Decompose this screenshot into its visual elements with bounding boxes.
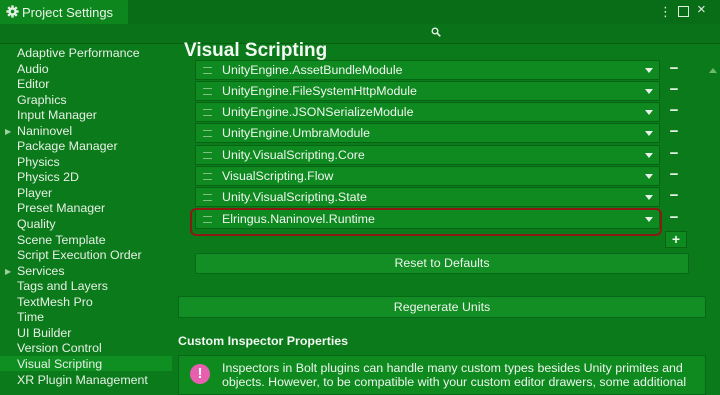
regenerate-units-button[interactable]: Regenerate Units <box>178 296 706 318</box>
page-title: Visual Scripting <box>184 40 328 61</box>
search-icon[interactable] <box>431 27 441 37</box>
sidebar-item-scene-template[interactable]: Scene Template <box>17 233 106 247</box>
assembly-row[interactable]: Unity.VisualScripting.Core <box>195 145 660 165</box>
reset-to-defaults-button[interactable]: Reset to Defaults <box>195 253 689 274</box>
sidebar-item-physics-2d[interactable]: Physics 2D <box>17 170 79 184</box>
assembly-name: UnityEngine.FileSystemHttpModule <box>222 84 417 98</box>
sidebar-item-version-control[interactable]: Version Control <box>17 341 102 355</box>
sidebar-item-ui-builder[interactable]: UI Builder <box>17 326 71 340</box>
assembly-row[interactable]: UnityEngine.JSONSerializeModule <box>195 102 660 122</box>
sidebar-item-time[interactable]: Time <box>17 310 44 324</box>
drag-handle-icon[interactable] <box>203 194 212 201</box>
sidebar-item-player[interactable]: Player <box>17 186 52 200</box>
assembly-name: Unity.VisualScripting.State <box>222 190 367 204</box>
sidebar-item-editor[interactable]: Editor <box>17 77 49 91</box>
more-menu-icon[interactable]: ⋮ <box>659 4 672 20</box>
sidebar-item-graphics[interactable]: Graphics <box>17 93 67 107</box>
drag-handle-icon[interactable] <box>203 88 212 95</box>
assembly-row[interactable]: UnityEngine.AssetBundleModule <box>195 60 660 80</box>
sidebar-item-adaptive-performance[interactable]: Adaptive Performance <box>17 46 140 60</box>
sidebar-item-visual-scripting[interactable]: Visual Scripting <box>17 357 102 371</box>
drag-handle-icon[interactable] <box>203 152 212 159</box>
remove-assembly-button[interactable]: − <box>664 81 684 101</box>
window-tab[interactable]: Project Settings <box>0 0 128 24</box>
sidebar-item-xr-plugin-management[interactable]: XR Plugin Management <box>17 373 148 387</box>
remove-assembly-button[interactable]: − <box>664 209 684 229</box>
assembly-row[interactable]: Unity.VisualScripting.State <box>195 187 660 207</box>
dropdown-arrow-icon[interactable] <box>645 110 653 115</box>
assembly-name: UnityEngine.AssetBundleModule <box>222 63 403 77</box>
drag-handle-icon[interactable] <box>203 67 212 74</box>
sidebar-item-input-manager[interactable]: Input Manager <box>17 108 97 122</box>
assembly-name: UnityEngine.JSONSerializeModule <box>222 105 414 119</box>
drag-handle-icon[interactable] <box>203 130 212 137</box>
remove-assembly-button[interactable]: − <box>664 166 684 186</box>
close-icon[interactable]: × <box>697 1 706 18</box>
dropdown-arrow-icon[interactable] <box>645 174 653 179</box>
window-title: Project Settings <box>22 5 114 20</box>
help-text-line: Inspectors in Bolt plugins can handle ma… <box>222 361 683 375</box>
sidebar-item-package-manager[interactable]: Package Manager <box>17 139 118 153</box>
sidebar-item-naninovel[interactable]: Naninovel <box>17 124 72 138</box>
remove-assembly-button[interactable]: − <box>664 145 684 165</box>
section-title: Custom Inspector Properties <box>178 334 349 348</box>
assembly-name: Unity.VisualScripting.Core <box>222 148 365 162</box>
warning-icon: ! <box>190 364 210 384</box>
remove-assembly-button[interactable]: − <box>664 102 684 122</box>
gear-icon <box>6 5 19 18</box>
sidebar-item-services[interactable]: Services <box>17 264 65 278</box>
assembly-name: UnityEngine.UmbraModule <box>222 126 371 140</box>
assembly-row[interactable]: UnityEngine.UmbraModule <box>195 123 660 143</box>
maximize-icon[interactable] <box>678 6 689 17</box>
expand-arrow-icon[interactable]: ▶ <box>5 127 11 136</box>
assembly-name: VisualScripting.Flow <box>222 169 334 183</box>
scroll-up-arrow-icon[interactable] <box>709 68 717 73</box>
search-bar[interactable] <box>0 24 720 44</box>
assembly-row[interactable]: VisualScripting.Flow <box>195 166 660 186</box>
dropdown-arrow-icon[interactable] <box>645 68 653 73</box>
expand-arrow-icon[interactable]: ▶ <box>5 267 11 276</box>
sidebar-item-audio[interactable]: Audio <box>17 62 49 76</box>
assembly-row[interactable]: UnityEngine.FileSystemHttpModule <box>195 81 660 101</box>
sidebar-item-physics[interactable]: Physics <box>17 155 60 169</box>
remove-assembly-button[interactable]: − <box>664 187 684 207</box>
highlight-outline <box>190 208 662 236</box>
remove-assembly-button[interactable]: − <box>664 123 684 143</box>
sidebar-item-quality[interactable]: Quality <box>17 217 56 231</box>
drag-handle-icon[interactable] <box>203 173 212 180</box>
sidebar-item-textmesh-pro[interactable]: TextMesh Pro <box>17 295 93 309</box>
dropdown-arrow-icon[interactable] <box>645 89 653 94</box>
dropdown-arrow-icon[interactable] <box>645 131 653 136</box>
dropdown-arrow-icon[interactable] <box>645 153 653 158</box>
sidebar-item-tags-and-layers[interactable]: Tags and Layers <box>17 279 108 293</box>
dropdown-arrow-icon[interactable] <box>645 195 653 200</box>
sidebar-item-script-execution-order[interactable]: Script Execution Order <box>17 248 142 262</box>
drag-handle-icon[interactable] <box>203 109 212 116</box>
add-assembly-button[interactable]: + <box>665 231 687 248</box>
remove-assembly-button[interactable]: − <box>664 60 684 80</box>
sidebar-item-preset-manager[interactable]: Preset Manager <box>17 201 105 215</box>
